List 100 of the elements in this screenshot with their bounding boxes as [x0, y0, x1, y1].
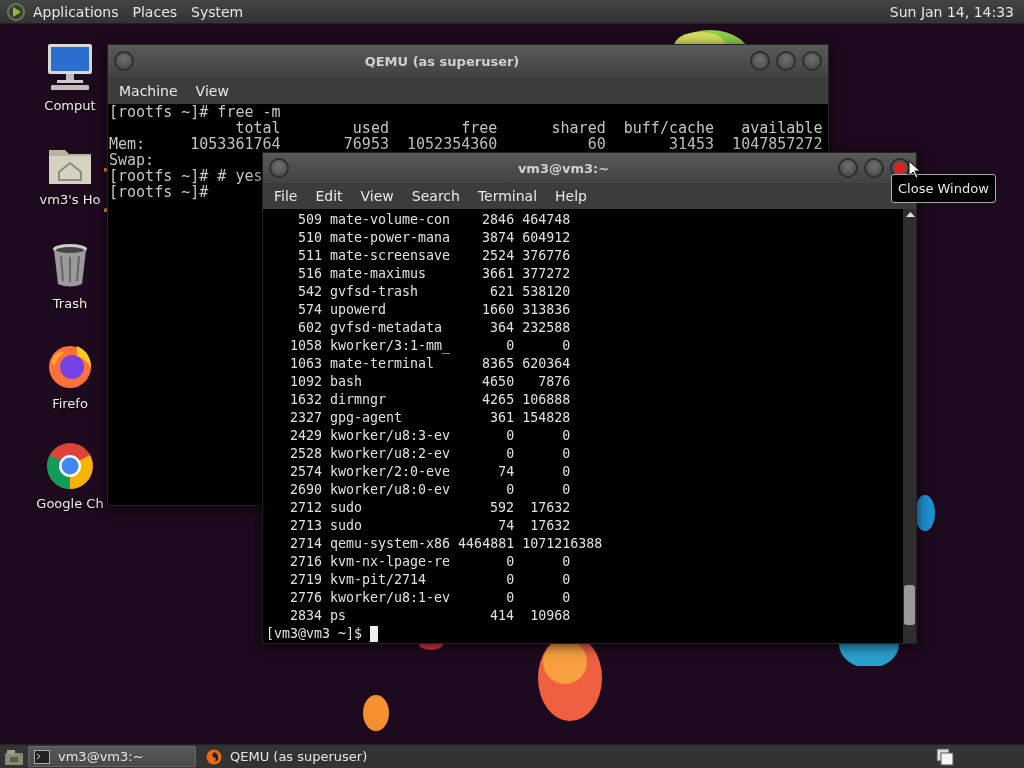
- mate-logo-icon: [6, 1, 26, 22]
- console-line: Swap:: [109, 152, 155, 168]
- vsz-text: 106888: [522, 391, 571, 409]
- command-text: mate-screensave: [330, 247, 451, 265]
- command-text: mate-terminal: [330, 355, 436, 373]
- vsz-text: 154828: [522, 409, 571, 427]
- pid-text: 574: [297, 301, 323, 319]
- menu-item[interactable]: Search: [402, 185, 469, 208]
- desktop-icon-label[interactable]: Firefo: [52, 396, 88, 411]
- rss-text: 3661: [481, 265, 515, 283]
- window-menu-button[interactable]: [269, 158, 289, 179]
- shell-prompt: [vm3@vm3 ~]$: [266, 625, 363, 643]
- window-title: vm3@vm3:~: [516, 160, 611, 176]
- menu-item[interactable]: View: [351, 185, 403, 208]
- rss-text: 1660: [481, 301, 515, 319]
- rss-text: 74: [497, 463, 515, 481]
- pid-text: 2776: [289, 589, 323, 607]
- vsz-text: 0: [561, 445, 571, 463]
- mouse-pointer-icon: [908, 160, 922, 180]
- window-menu-button[interactable]: [114, 51, 134, 71]
- menu-item[interactable]: File: [265, 185, 307, 208]
- vsz-text: 0: [561, 427, 571, 445]
- maximize-button[interactable]: [864, 158, 884, 179]
- vsz-text: 1071216388: [522, 535, 603, 553]
- console-line: [rootfs ~]# # yes: [109, 168, 263, 184]
- command-text: kworker/2:0-eve: [330, 463, 451, 481]
- rss-text: 4265: [481, 391, 515, 409]
- rss-text: 364: [489, 319, 515, 337]
- pid-text: 511: [297, 247, 323, 265]
- scrollbar[interactable]: [903, 209, 916, 643]
- rss-text: 2846: [481, 211, 515, 229]
- vsz-text: 464748: [522, 211, 571, 229]
- vsz-text: 17632: [529, 499, 571, 517]
- rss-text: 4464881: [458, 535, 515, 553]
- pid-text: 1063: [289, 355, 323, 373]
- command-text: gpg-agent: [330, 409, 404, 427]
- rss-text: 0: [505, 481, 515, 499]
- clock[interactable]: Sun Jan 14, 14:33: [889, 3, 1018, 20]
- pid-text: 2712: [289, 499, 323, 517]
- vsz-text: 232588: [522, 319, 571, 337]
- pid-text: 1058: [289, 337, 323, 355]
- vsz-text: 313836: [522, 301, 571, 319]
- panel-menu[interactable]: Applications: [26, 1, 126, 22]
- vsz-text: 538120: [522, 283, 571, 301]
- menu-item[interactable]: Help: [546, 185, 596, 208]
- panel-menu[interactable]: System: [184, 1, 251, 22]
- vsz-text: 0: [561, 481, 571, 499]
- rss-text: 2524: [481, 247, 515, 265]
- menu-item[interactable]: View: [186, 79, 238, 102]
- rss-text: 0: [505, 589, 515, 607]
- desktop-icon-label[interactable]: Google Ch: [36, 496, 104, 511]
- pid-text: 516: [297, 265, 323, 283]
- pid-text: 602: [297, 319, 323, 337]
- panel-menu[interactable]: Places: [125, 1, 185, 22]
- menu-item[interactable]: Machine: [110, 79, 187, 102]
- chrome-logo-icon: [46, 442, 94, 490]
- minimize-button[interactable]: [838, 158, 858, 179]
- maximize-button[interactable]: [776, 51, 796, 71]
- vsz-text: 10968: [529, 607, 571, 625]
- minimize-button[interactable]: [750, 51, 770, 71]
- vsz-text: 0: [561, 337, 571, 355]
- vsz-text: 0: [561, 553, 571, 571]
- desktop-icon-label[interactable]: Trash: [52, 296, 88, 311]
- command-text: dirmngr: [330, 391, 388, 409]
- command-text: kworker/u8:3-ev: [330, 427, 451, 445]
- command-text: kworker/u8:1-ev: [330, 589, 451, 607]
- terminal-icon: [34, 749, 50, 764]
- command-text: mate-volume-con: [330, 211, 451, 229]
- pid-text: 542: [297, 283, 323, 301]
- pid-text: 1632: [289, 391, 323, 409]
- wallpaper-balloon: [419, 644, 443, 650]
- taskbar-button[interactable]: QEMU (as superuser): [200, 746, 374, 767]
- command-text: mate-maximus: [330, 265, 428, 283]
- command-text: kvm-pit/2714: [330, 571, 428, 589]
- pid-text: 510: [297, 229, 323, 247]
- taskbar-button[interactable]: vm3@vm3:~: [28, 746, 196, 767]
- rss-text: 621: [489, 283, 515, 301]
- show-desktop-icon: [4, 747, 24, 766]
- console-line: [rootfs ~]#: [109, 184, 209, 200]
- menu-item[interactable]: Terminal: [468, 185, 547, 208]
- desktop-icon-label[interactable]: Comput: [44, 98, 96, 113]
- vsz-text: 376776: [522, 247, 571, 265]
- pid-text: 2713: [289, 517, 323, 535]
- rss-text: 592: [489, 499, 515, 517]
- scrollbar-thumb[interactable]: [904, 585, 915, 625]
- command-text: sudo: [330, 499, 364, 517]
- pid-text: 2834: [289, 607, 323, 625]
- rss-text: 0: [505, 445, 515, 463]
- tooltip: Close Window: [891, 174, 996, 203]
- desktop-icon-label[interactable]: vm3's Ho: [39, 192, 101, 207]
- menu-item[interactable]: Edit: [306, 185, 352, 208]
- rss-text: 4650: [481, 373, 515, 391]
- vsz-text: 377272: [522, 265, 571, 283]
- console-line: [rootfs ~]# free -m: [109, 104, 281, 120]
- command-text: sudo: [330, 517, 364, 535]
- rss-text: 414: [489, 607, 515, 625]
- command-text: ps: [330, 607, 348, 625]
- workspace-icon: [936, 747, 954, 766]
- command-text: bash: [330, 373, 364, 391]
- command-text: mate-power-mana: [330, 229, 451, 247]
